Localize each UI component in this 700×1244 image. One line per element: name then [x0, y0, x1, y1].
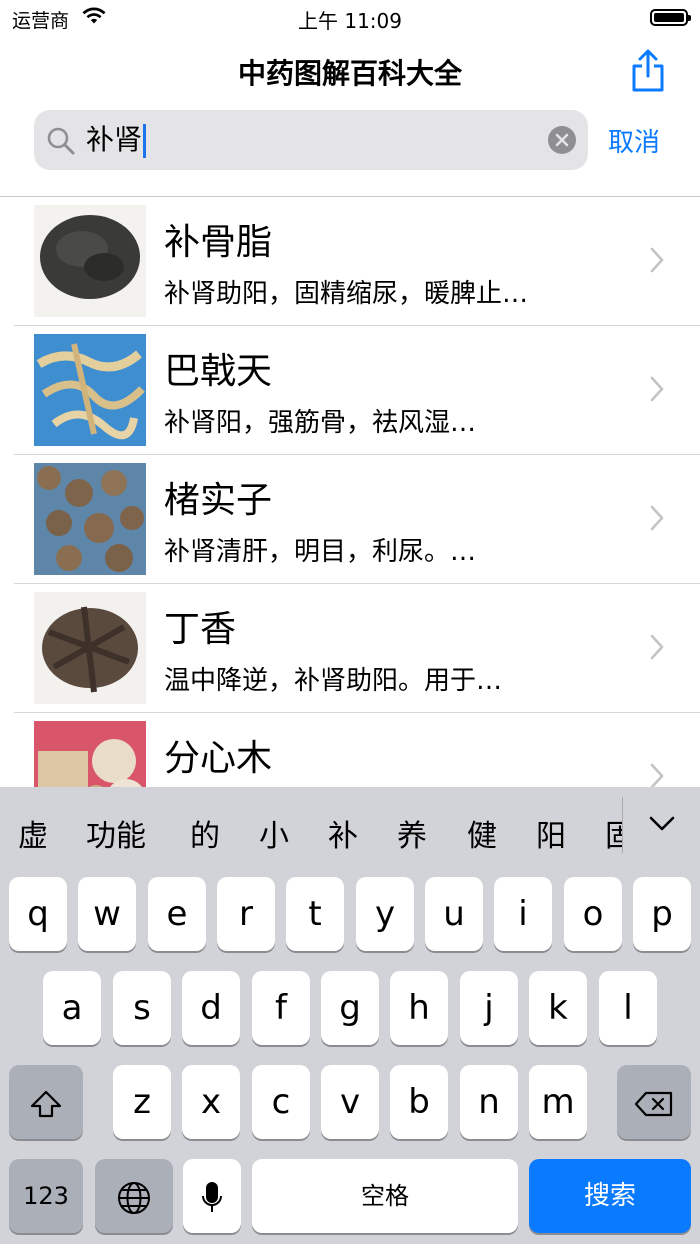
herb-description: 温中降逆，补肾助阳。用于… — [164, 666, 503, 696]
herb-thumbnail — [34, 721, 146, 787]
key-d[interactable]: d — [182, 971, 240, 1045]
key-v[interactable]: v — [321, 1065, 379, 1139]
key-h[interactable]: h — [390, 971, 448, 1045]
text-caret — [143, 124, 147, 158]
herb-name: 巴戟天 — [164, 351, 273, 392]
globe-key[interactable] — [95, 1159, 173, 1233]
status-bar: 运营商 上午 11:09 — [0, 0, 700, 38]
battery-icon — [650, 9, 691, 26]
candidate-word[interactable]: 阳 — [536, 811, 566, 855]
clear-search-button[interactable] — [548, 126, 576, 154]
chevron-right-icon — [650, 505, 664, 531]
chevron-right-icon — [650, 376, 664, 402]
microphone-key[interactable] — [183, 1159, 241, 1233]
key-m[interactable]: m — [529, 1065, 587, 1139]
microphone-icon — [202, 1181, 222, 1212]
list-item[interactable]: 楮实子 补肾清肝，明目，利尿。… — [14, 455, 700, 584]
chevron-right-icon — [650, 247, 664, 273]
candidate-word[interactable]: 健 — [467, 811, 497, 855]
keyboard: 虚 功能 的 小 补 养 健 阳 固 q w e r t y u i o p a… — [0, 787, 700, 1244]
key-q[interactable]: q — [9, 877, 67, 951]
backspace-icon — [634, 1091, 673, 1116]
share-button[interactable] — [628, 48, 668, 94]
clear-icon — [555, 133, 569, 147]
key-j[interactable]: j — [460, 971, 518, 1045]
herb-name: 楮实子 — [164, 480, 273, 521]
delete-key[interactable] — [617, 1065, 691, 1139]
list-item[interactable]: 巴戟天 补肾阳，强筋骨，祛风湿… — [14, 326, 700, 455]
key-o[interactable]: o — [564, 877, 622, 951]
key-w[interactable]: w — [78, 877, 136, 951]
search-field[interactable]: 补肾 — [34, 110, 588, 170]
chevron-down-icon[interactable] — [648, 815, 676, 833]
page-title: 中药图解百科大全 — [237, 57, 462, 90]
herb-thumbnail — [34, 463, 146, 575]
numbers-key[interactable]: 123 — [9, 1159, 83, 1233]
list-item[interactable]: 补骨脂 补肾助阳，固精缩尿，暖脾止… — [14, 197, 700, 326]
herb-thumbnail — [34, 592, 146, 704]
shift-key[interactable] — [9, 1065, 83, 1139]
chevron-right-icon — [650, 634, 664, 660]
herb-description: 补肾阳，强筋骨，祛风湿… — [164, 408, 477, 438]
herb-thumbnail — [34, 205, 146, 317]
results-list: 补骨脂 补肾助阳，固精缩尿，暖脾止… 巴戟天 补肾阳，强筋骨，祛风湿… 楮实子 … — [0, 197, 700, 787]
divider — [622, 797, 623, 853]
globe-icon — [118, 1181, 150, 1214]
candidate-bar: 虚 功能 的 小 补 养 健 阳 固 — [0, 787, 700, 873]
key-n[interactable]: n — [460, 1065, 518, 1139]
key-t[interactable]: t — [286, 877, 344, 951]
key-f[interactable]: f — [252, 971, 310, 1045]
herb-name: 分心木 — [164, 738, 273, 779]
candidate-word[interactable]: 补 — [328, 811, 358, 855]
search-key[interactable]: 搜索 — [529, 1159, 691, 1233]
key-e[interactable]: e — [148, 877, 206, 951]
key-r[interactable]: r — [217, 877, 275, 951]
herb-name: 补骨脂 — [164, 222, 273, 263]
key-u[interactable]: u — [425, 877, 483, 951]
key-l[interactable]: l — [599, 971, 657, 1045]
space-key[interactable]: 空格 — [252, 1159, 518, 1233]
status-time: 上午 11:09 — [298, 9, 402, 33]
key-i[interactable]: i — [494, 877, 552, 951]
search-icon — [46, 126, 76, 160]
key-z[interactable]: z — [113, 1065, 171, 1139]
key-k[interactable]: k — [529, 971, 587, 1045]
herb-description: 补肾清肝，明目，利尿。… — [164, 537, 477, 567]
key-p[interactable]: p — [633, 877, 691, 951]
candidate-word[interactable]: 的 — [190, 811, 220, 855]
key-y[interactable]: y — [356, 877, 414, 951]
candidate-word[interactable]: 小 — [259, 811, 289, 855]
cancel-button[interactable]: 取消 — [608, 122, 660, 159]
share-icon — [632, 49, 664, 92]
herb-thumbnail — [34, 334, 146, 446]
herb-name: 丁香 — [164, 609, 237, 650]
candidate-word[interactable]: 养 — [397, 811, 427, 855]
herb-description: 补肾助阳，固精缩尿，暖脾止… — [164, 279, 529, 309]
key-x[interactable]: x — [182, 1065, 240, 1139]
candidate-word[interactable]: 虚 — [18, 811, 48, 855]
list-item[interactable]: 分心木 — [14, 713, 700, 787]
list-item[interactable]: 丁香 温中降逆，补肾助阳。用于… — [14, 584, 700, 713]
key-s[interactable]: s — [113, 971, 171, 1045]
key-g[interactable]: g — [321, 971, 379, 1045]
chevron-right-icon — [650, 763, 664, 787]
shift-icon — [30, 1090, 62, 1117]
key-b[interactable]: b — [390, 1065, 448, 1139]
search-input[interactable]: 补肾 — [86, 120, 147, 160]
candidate-word[interactable]: 功能 — [86, 811, 146, 855]
candidate-word[interactable]: 固 — [605, 811, 622, 855]
key-c[interactable]: c — [252, 1065, 310, 1139]
key-a[interactable]: a — [43, 971, 101, 1045]
